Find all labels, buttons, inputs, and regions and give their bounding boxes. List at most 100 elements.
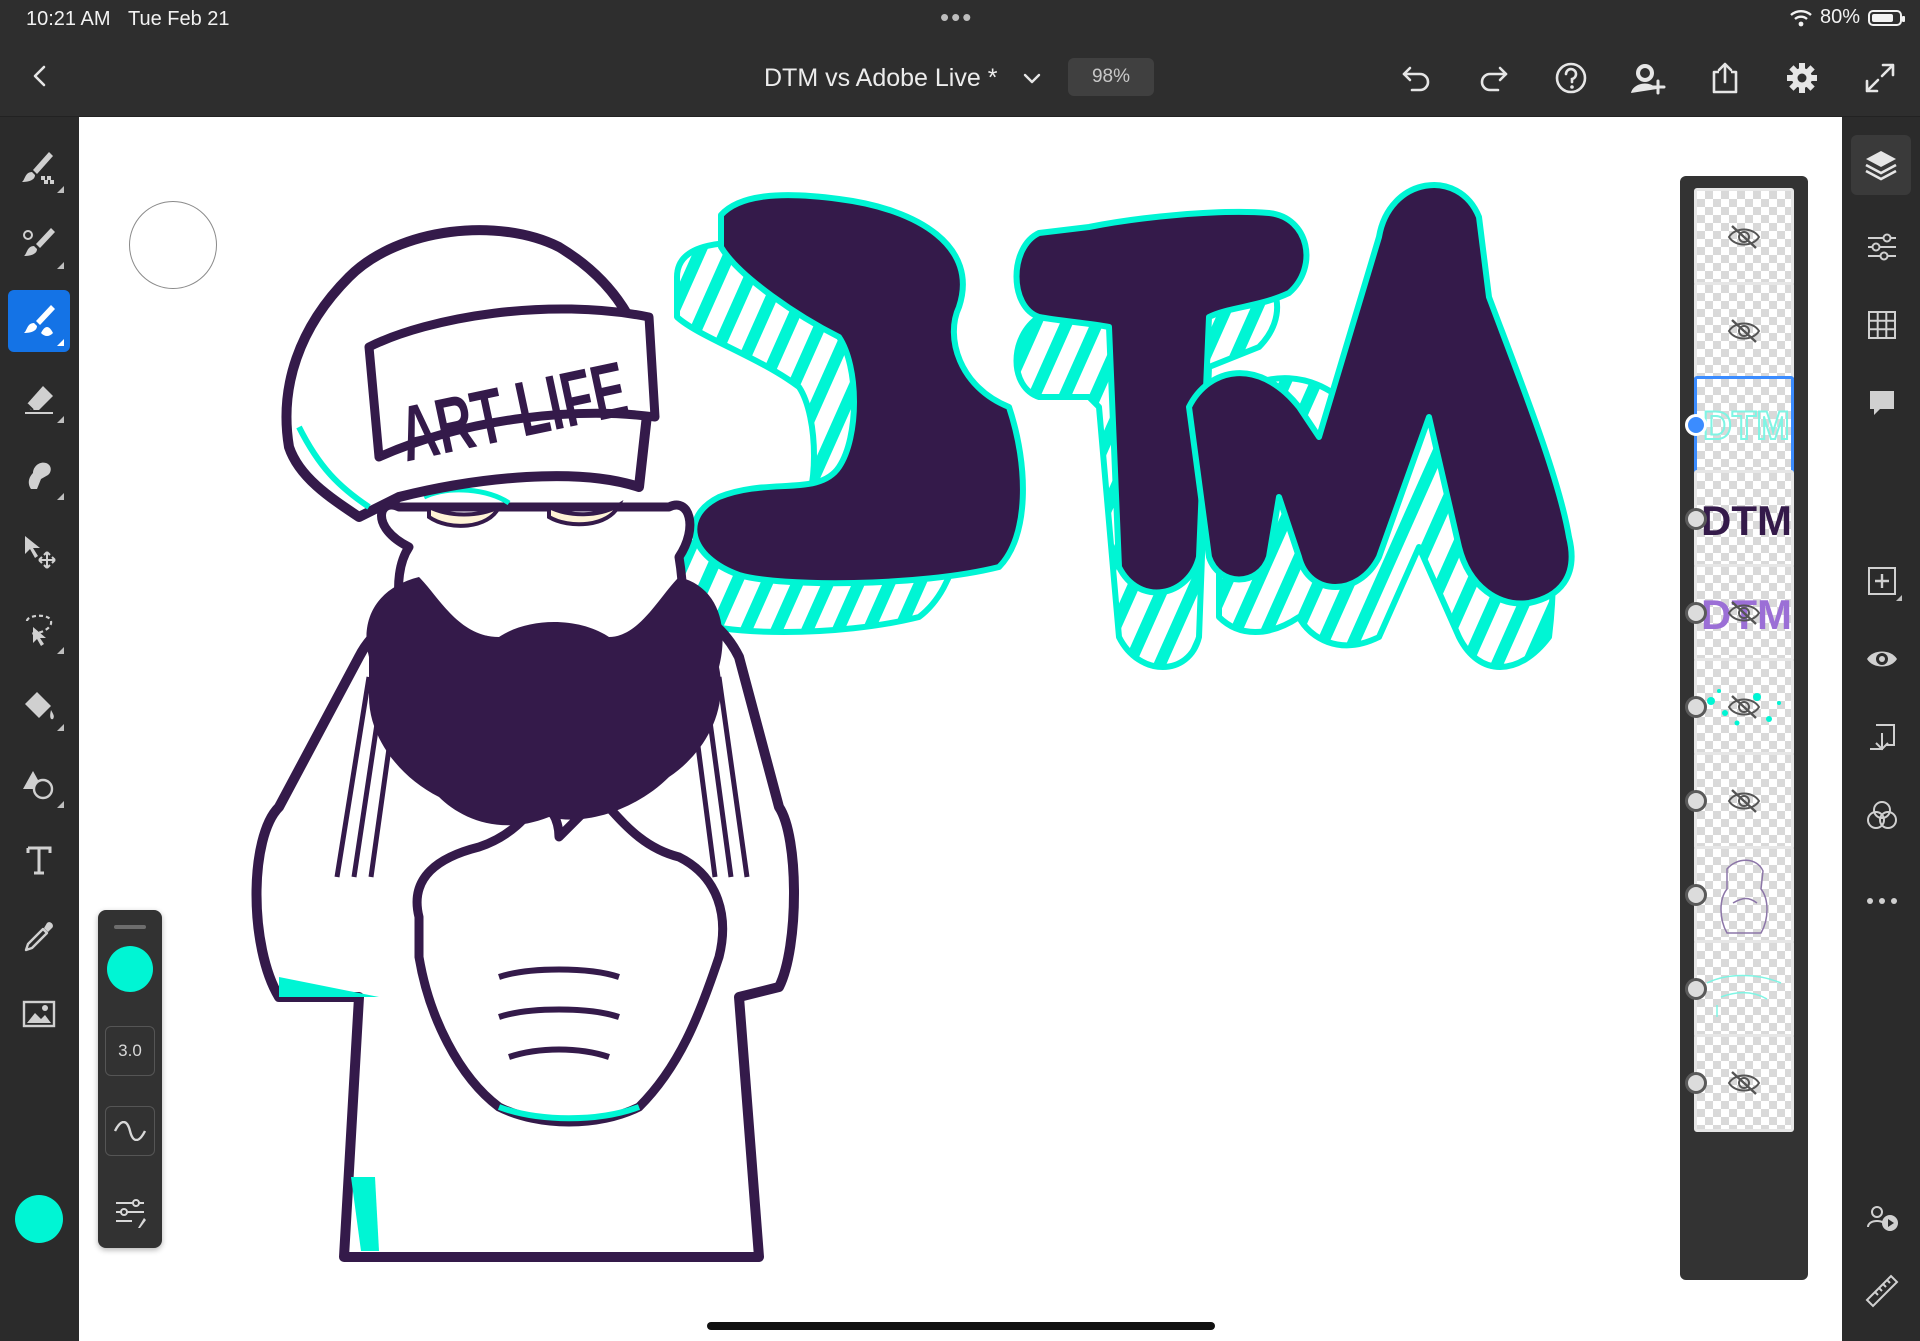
lasso-select-icon (25, 614, 53, 646)
artwork: ART LIFE (251, 181, 1575, 1262)
fullscreen-icon (1865, 63, 1895, 93)
layer-properties-button[interactable] (1860, 225, 1904, 269)
layer-thumbnail[interactable] (1694, 282, 1794, 380)
eyedropper-icon (24, 922, 53, 952)
fill-tool[interactable] (8, 675, 70, 737)
status-indicators: 80% (1790, 6, 1905, 29)
layer-thumbnail[interactable]: DTM (1694, 564, 1794, 662)
battery-percent: 80% (1819, 6, 1860, 28)
livestream-button[interactable] (1860, 1195, 1904, 1239)
shapes-tool[interactable] (8, 752, 70, 814)
layer-select-radio[interactable] (1685, 696, 1707, 718)
comments-icon (1870, 391, 1894, 415)
smoothing-wave-icon (113, 1121, 147, 1141)
grid-button[interactable] (1860, 303, 1904, 347)
layer-select-radio[interactable] (1685, 884, 1707, 906)
hidden-eye-icon (1727, 319, 1761, 343)
brush-options-icon (116, 1199, 146, 1228)
help-icon (1555, 62, 1587, 94)
current-color-swatch[interactable] (15, 1195, 63, 1243)
layers-icon (1865, 151, 1897, 181)
more-options-button[interactable] (1860, 879, 1904, 923)
blend-mode-button[interactable] (1860, 793, 1904, 837)
live-brush-tool[interactable] (8, 290, 70, 352)
add-layer-button[interactable] (1860, 559, 1904, 603)
layer-select-radio[interactable] (1685, 1072, 1707, 1094)
transform-icon (25, 536, 56, 569)
more-icon (1867, 898, 1897, 904)
layer-select-radio[interactable] (1685, 508, 1707, 530)
layer-select-radio[interactable] (1685, 602, 1707, 624)
paint-bucket-icon (25, 692, 54, 720)
wifi-icon (1790, 9, 1812, 26)
fullscreen-button[interactable] (1860, 58, 1900, 98)
zoom-level[interactable]: 98% (1068, 58, 1154, 96)
layer-thumbnail[interactable] (1694, 846, 1794, 944)
ruler-icon (1865, 1274, 1899, 1308)
layer-properties-icon (1868, 233, 1896, 261)
image-tool[interactable] (8, 983, 70, 1045)
smudge-tool[interactable] (8, 444, 70, 506)
selection-tool[interactable] (8, 598, 70, 660)
brush-smoothing-button[interactable] (105, 1106, 155, 1156)
layer-thumbnail[interactable] (1694, 188, 1794, 286)
layer-thumbnail[interactable] (1694, 658, 1794, 756)
merge-down-button[interactable] (1860, 715, 1904, 759)
undo-icon (1402, 66, 1430, 92)
settings-button[interactable] (1782, 58, 1822, 98)
back-chevron-icon (33, 65, 46, 87)
brush-options-button[interactable] (110, 1192, 150, 1232)
layer-select-radio[interactable] (1685, 978, 1707, 1000)
eraser-tool[interactable] (8, 367, 70, 429)
layer-thumbnail[interactable] (1694, 752, 1794, 850)
title-dropdown-chevron-icon (1023, 73, 1041, 84)
pixel-brush-tool[interactable] (8, 137, 70, 199)
brush-settings-panel: 3.0 (98, 910, 162, 1248)
share-button[interactable] (1705, 58, 1745, 98)
layer-thumbnail[interactable]: DTM (1694, 376, 1794, 474)
layer-thumbnail[interactable] (1694, 1034, 1794, 1132)
brush-color-swatch[interactable] (107, 946, 153, 992)
hidden-eye-icon (1727, 225, 1761, 249)
multitasking-dots-icon[interactable]: ••• (940, 2, 973, 33)
pixel-brush-icon (22, 152, 54, 184)
home-indicator[interactable] (707, 1322, 1215, 1330)
layer-select-radio[interactable] (1685, 790, 1707, 812)
image-icon (22, 1000, 56, 1028)
layers-button[interactable] (1851, 135, 1911, 195)
ruler-button[interactable] (1860, 1269, 1904, 1313)
status-bar: 10:21 AM Tue Feb 21 ••• 80% (0, 0, 1920, 38)
layer-thumbnail[interactable]: DTM (1694, 470, 1794, 568)
transform-tool[interactable] (8, 521, 70, 583)
title-dropdown-button[interactable] (1018, 64, 1046, 92)
visibility-icon (1867, 651, 1897, 667)
layer-select-radio[interactable] (1685, 414, 1707, 436)
layers-panel: DTM DTM DTM (1680, 176, 1808, 1280)
help-button[interactable] (1551, 58, 1591, 98)
document-title[interactable]: DTM vs Adobe Live * (764, 64, 997, 93)
hidden-eye-icon (1727, 695, 1761, 719)
brush-size-field[interactable]: 3.0 (105, 1026, 155, 1076)
settings-gear-icon (1787, 63, 1817, 93)
redo-button[interactable] (1474, 58, 1514, 98)
grid-icon (1868, 311, 1896, 339)
redo-icon (1480, 66, 1508, 92)
vector-brush-tool[interactable] (8, 213, 70, 275)
top-bar: DTM vs Adobe Live * 98% (0, 38, 1920, 117)
back-button[interactable] (22, 58, 58, 94)
left-toolbar (0, 117, 78, 1341)
comments-button[interactable] (1860, 381, 1904, 425)
invite-button[interactable] (1628, 58, 1668, 98)
text-tool[interactable] (8, 829, 70, 891)
undo-button[interactable] (1396, 58, 1436, 98)
share-icon (1712, 62, 1738, 94)
add-layer-icon (1868, 567, 1896, 595)
invite-user-icon (1631, 64, 1666, 95)
character-illustration: ART LIFE (251, 225, 799, 1262)
eyedropper-tool[interactable] (8, 906, 70, 968)
livestream-icon (1867, 1206, 1898, 1231)
visibility-button[interactable] (1860, 637, 1904, 681)
panel-grip[interactable] (114, 925, 146, 929)
layer-thumbnail[interactable] (1694, 940, 1794, 1038)
drawing-canvas[interactable]: ART LIFE (79, 117, 1842, 1341)
